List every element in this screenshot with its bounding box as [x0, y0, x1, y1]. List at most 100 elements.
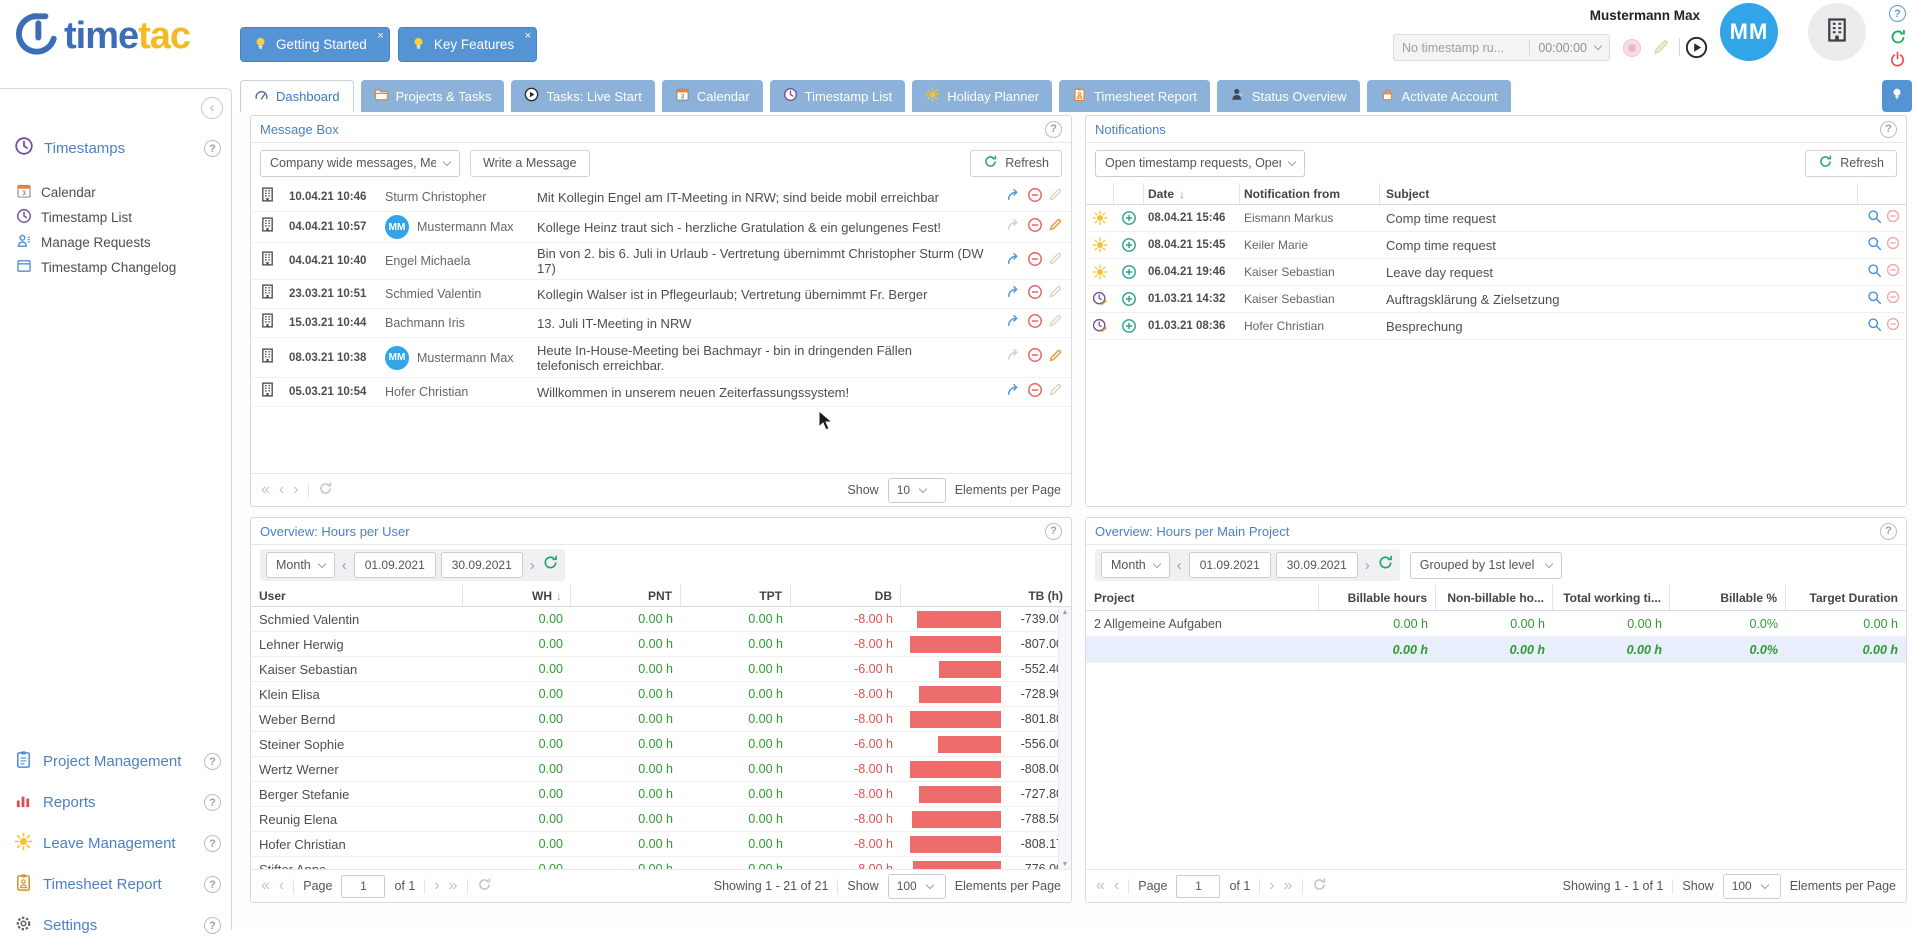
- help-icon[interactable]: ?: [204, 753, 221, 770]
- per-page-select[interactable]: 10: [888, 478, 946, 503]
- user-row[interactable]: Hofer Christian 0.00 0.00 h 0.00 h -8.00…: [251, 832, 1071, 857]
- sidebar-section-reports[interactable]: Reports ?: [0, 782, 231, 823]
- edit-icon[interactable]: [1048, 348, 1063, 368]
- forward-icon[interactable]: [1006, 187, 1022, 208]
- write-message-button[interactable]: Write a Message: [470, 150, 590, 177]
- message-row[interactable]: 04.04.21 10:40 Engel Michaela Bin von 2.…: [251, 243, 1071, 280]
- help-icon[interactable]: ?: [204, 794, 221, 811]
- forward-icon[interactable]: [1006, 313, 1022, 334]
- column-wh[interactable]: WH↓: [463, 585, 571, 606]
- user-row[interactable]: Reunig Elena 0.00 0.00 h 0.00 h -8.00 h …: [251, 807, 1071, 832]
- date-to-input[interactable]: [1276, 552, 1358, 578]
- delete-icon[interactable]: [1027, 313, 1043, 334]
- notification-row[interactable]: 06.04.21 19:46 Kaiser Sebastian Leave da…: [1086, 259, 1906, 286]
- page-input[interactable]: [1176, 875, 1220, 898]
- chevron-down-icon[interactable]: [1594, 42, 1602, 50]
- tab-status-overview[interactable]: Status Overview: [1217, 80, 1360, 112]
- tab-projects-tasks[interactable]: Projects & Tasks: [361, 80, 505, 112]
- date-from-input[interactable]: [1189, 552, 1271, 578]
- forward-icon[interactable]: [1006, 251, 1022, 272]
- prev-page-icon[interactable]: ‹: [279, 878, 284, 894]
- forward-icon[interactable]: [1006, 382, 1022, 403]
- organization-button[interactable]: [1808, 3, 1866, 61]
- table-scrollbar[interactable]: ▲▼: [1058, 607, 1071, 870]
- message-row[interactable]: 23.03.21 10:51 Schmied Valentin Kollegin…: [251, 280, 1071, 309]
- refresh-icon[interactable]: [477, 877, 492, 895]
- tab-calendar[interactable]: 3 Calendar: [662, 80, 763, 112]
- start-timestamp-play-icon[interactable]: [1685, 36, 1708, 59]
- next-page-icon[interactable]: ›: [434, 878, 439, 894]
- next-page-icon[interactable]: ›: [1269, 878, 1274, 894]
- help-icon[interactable]: ?: [1045, 121, 1062, 138]
- date-to-input[interactable]: [441, 552, 523, 578]
- notification-row[interactable]: 08.04.21 15:45 Keiler Marie Comp time re…: [1086, 232, 1906, 259]
- stop-timestamp-icon[interactable]: [1622, 38, 1642, 58]
- refresh-button[interactable]: Refresh: [970, 150, 1062, 177]
- help-icon[interactable]: ?: [204, 917, 221, 934]
- page-input[interactable]: [341, 875, 385, 898]
- delete-icon[interactable]: [1027, 382, 1043, 403]
- prev-period-icon[interactable]: ‹: [1175, 557, 1184, 574]
- magnifier-icon[interactable]: [1867, 263, 1882, 281]
- user-row[interactable]: Steiner Sophie 0.00 0.00 h 0.00 h -6.00 …: [251, 732, 1071, 757]
- message-row[interactable]: 15.03.21 10:44 Bachmann Iris 13. Juli IT…: [251, 309, 1071, 338]
- delete-icon[interactable]: [1027, 284, 1043, 305]
- column-tpt[interactable]: TPT: [681, 585, 791, 606]
- first-page-icon[interactable]: «: [261, 878, 270, 894]
- delete-icon[interactable]: [1027, 187, 1043, 208]
- tab-timestamp-list[interactable]: Timestamp List: [770, 80, 906, 112]
- column-db[interactable]: DB: [791, 585, 901, 606]
- dismiss-icon[interactable]: [1886, 263, 1900, 281]
- column-total-working[interactable]: Total working ti...: [1553, 585, 1670, 610]
- magnifier-icon[interactable]: [1867, 317, 1882, 335]
- tips-lightbulb-button[interactable]: [1882, 80, 1912, 112]
- refresh-icon[interactable]: [1889, 28, 1907, 46]
- last-page-icon[interactable]: »: [449, 878, 458, 894]
- tab-tasks-live-start[interactable]: Tasks: Live Start: [511, 80, 654, 112]
- sidebar-section-settings[interactable]: Settings ?: [0, 905, 231, 946]
- approve-add-icon[interactable]: [1114, 318, 1144, 334]
- dismiss-icon[interactable]: [1886, 236, 1900, 254]
- approve-add-icon[interactable]: [1114, 291, 1144, 307]
- refresh-icon[interactable]: [1377, 554, 1394, 576]
- user-row[interactable]: Kaiser Sebastian 0.00 0.00 h 0.00 h -6.0…: [251, 657, 1071, 682]
- message-row[interactable]: 05.03.21 10:54 Hofer Christian Willkomme…: [251, 378, 1071, 407]
- sidebar-collapse-icon[interactable]: ‹: [201, 97, 223, 119]
- forward-icon[interactable]: [1006, 284, 1022, 305]
- tab-dashboard[interactable]: Dashboard: [240, 80, 354, 112]
- prev-page-icon[interactable]: ‹: [1114, 878, 1119, 894]
- help-icon[interactable]: ?: [204, 835, 221, 852]
- notification-row[interactable]: 01.03.21 14:32 Kaiser Sebastian Auftrags…: [1086, 286, 1906, 313]
- quick-tab-key-features[interactable]: Key Features ×: [398, 27, 537, 62]
- refresh-icon[interactable]: [542, 554, 559, 576]
- column-target-duration[interactable]: Target Duration: [1786, 585, 1906, 610]
- edit-icon[interactable]: [1048, 313, 1063, 333]
- sidebar-item-calendar[interactable]: 3 Calendar: [16, 183, 231, 202]
- sidebar-section-timestamps[interactable]: Timestamps ?: [0, 136, 231, 161]
- delete-icon[interactable]: [1027, 217, 1043, 238]
- next-period-icon[interactable]: ›: [1363, 557, 1372, 574]
- approve-add-icon[interactable]: [1114, 264, 1144, 280]
- logout-power-icon[interactable]: [1889, 51, 1906, 68]
- dismiss-icon[interactable]: [1886, 209, 1900, 227]
- period-select[interactable]: Month: [1101, 552, 1170, 578]
- edit-timestamp-icon[interactable]: [1652, 38, 1670, 56]
- prev-page-icon[interactable]: ‹: [279, 482, 284, 498]
- delete-icon[interactable]: [1027, 251, 1043, 272]
- delete-icon[interactable]: [1027, 347, 1043, 368]
- notification-row[interactable]: 08.04.21 15:46 Eismann Markus Comp time …: [1086, 205, 1906, 232]
- edit-icon[interactable]: [1048, 187, 1063, 207]
- last-page-icon[interactable]: »: [1284, 878, 1293, 894]
- sidebar-item-manage-requests[interactable]: Manage Requests: [16, 233, 231, 252]
- magnifier-icon[interactable]: [1867, 236, 1882, 254]
- timestamp-widget[interactable]: No timestamp ru... 00:00:00: [1393, 34, 1610, 61]
- tab-holiday-planner[interactable]: Holiday Planner: [912, 80, 1052, 112]
- column-date[interactable]: Date↓: [1144, 183, 1240, 204]
- help-icon[interactable]: ?: [1880, 121, 1897, 138]
- column-project[interactable]: Project: [1086, 585, 1319, 610]
- column-tb[interactable]: TB (h): [901, 585, 1071, 606]
- message-row[interactable]: 08.03.21 10:38 MMMustermann Max Heute In…: [251, 338, 1071, 378]
- first-page-icon[interactable]: «: [1096, 878, 1105, 894]
- help-icon[interactable]: ?: [204, 876, 221, 893]
- prev-period-icon[interactable]: ‹: [340, 557, 349, 574]
